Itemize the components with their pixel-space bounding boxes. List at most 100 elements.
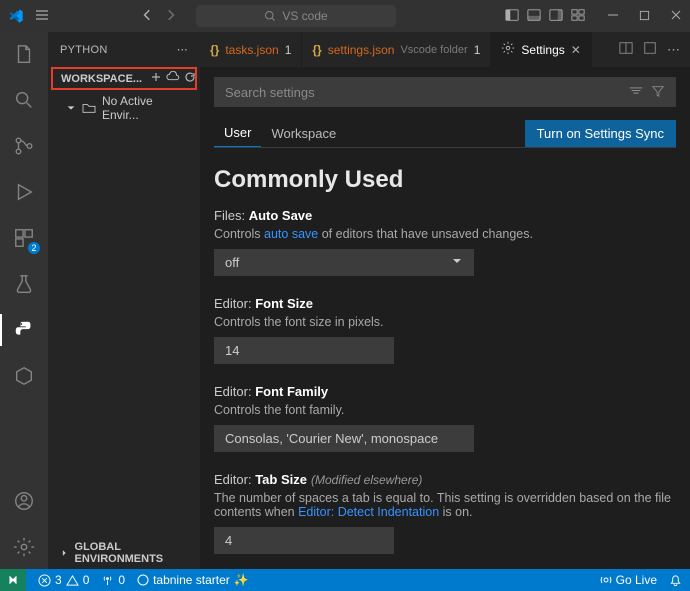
sparkle-icon: ✨ <box>234 573 249 587</box>
window-close-icon[interactable] <box>670 9 682 24</box>
search-placeholder: VS code <box>282 9 327 23</box>
tab-tasks-json[interactable]: {} tasks.json 1 <box>200 32 302 67</box>
setting-prefix: Editor: <box>214 384 252 399</box>
window-maximize-icon[interactable] <box>639 9 650 24</box>
status-ports[interactable]: 0 <box>101 573 125 587</box>
scope-user-tab[interactable]: User <box>214 119 261 147</box>
setting-name: Font Family <box>255 384 328 399</box>
command-center-search[interactable]: VS code <box>196 5 396 27</box>
status-problems[interactable]: 3 0 <box>38 573 89 587</box>
no-active-env-row[interactable]: No Active Envir... <box>48 90 200 126</box>
nav-back-icon[interactable] <box>140 8 154 25</box>
clear-search-icon[interactable] <box>629 84 643 101</box>
menu-icon[interactable] <box>34 7 50 26</box>
layout-customize-icon[interactable] <box>571 8 585 25</box>
layout-sidebar-left-icon[interactable] <box>505 8 519 25</box>
status-notifications-icon[interactable] <box>669 573 682 587</box>
scope-workspace-tab[interactable]: Workspace <box>261 120 346 147</box>
layout-panel-icon[interactable] <box>527 8 541 25</box>
filter-icon[interactable] <box>651 84 665 101</box>
status-bar: 3 0 0 tabnine starter ✨ Go Live <box>0 569 690 591</box>
autosave-select[interactable]: off <box>214 249 474 276</box>
sidebar-title: PYTHON <box>60 44 108 56</box>
status-go-live[interactable]: Go Live <box>600 573 657 587</box>
setting-prefix: Editor: <box>214 296 252 311</box>
main-area: 2 PYTHON ⋯ WORKSPACE... No Active Envir.… <box>0 32 690 569</box>
open-json-icon[interactable] <box>643 41 657 58</box>
workspace-label: WORKSPACE... <box>61 73 142 85</box>
activity-hexagon-icon[interactable] <box>10 362 38 390</box>
folder-icon <box>82 102 96 114</box>
chevron-right-icon <box>60 548 69 558</box>
tab-folder-hint: Vscode folder <box>400 44 467 56</box>
activity-run-debug-icon[interactable] <box>10 178 38 206</box>
split-editor-icon[interactable] <box>619 41 633 58</box>
activity-search-icon[interactable] <box>10 86 38 114</box>
tab-filename: settings.json <box>328 43 395 57</box>
settings-section-title: Commonly Used <box>214 166 676 194</box>
vscode-logo-icon <box>8 8 24 24</box>
setting-files-autosave: Files: Auto Save Controls auto save of e… <box>214 208 676 276</box>
warning-icon <box>66 574 79 587</box>
tabsize-input[interactable]: 4 <box>214 527 394 554</box>
settings-search-input[interactable]: Search settings <box>214 77 676 107</box>
sidebar-more-icon[interactable]: ⋯ <box>177 43 188 56</box>
add-env-icon[interactable] <box>150 71 162 86</box>
tab-settings-json[interactable]: {} settings.json Vscode folder 1 <box>302 32 491 67</box>
json-icon: {} <box>312 43 321 57</box>
activity-testing-icon[interactable] <box>10 270 38 298</box>
editor-area: {} tasks.json 1 {} settings.json Vscode … <box>200 32 690 569</box>
extensions-badge: 2 <box>28 242 40 254</box>
detect-indentation-link[interactable]: Editor: Detect Indentation <box>298 505 439 519</box>
autosave-link[interactable]: auto save <box>264 227 318 241</box>
activity-bar: 2 <box>0 32 48 569</box>
setting-description: Controls auto save of editors that have … <box>214 227 676 241</box>
workspace-environments-section[interactable]: WORKSPACE... <box>51 67 197 90</box>
setting-name: Font Size <box>255 296 313 311</box>
settings-sync-button[interactable]: Turn on Settings Sync <box>525 120 676 147</box>
window-minimize-icon[interactable] <box>607 9 619 24</box>
close-icon[interactable]: ✕ <box>571 43 581 57</box>
setting-description: Controls the font family. <box>214 403 676 417</box>
activity-source-control-icon[interactable] <box>10 132 38 160</box>
chevron-down-icon <box>66 103 76 113</box>
error-icon <box>38 574 51 587</box>
fontsize-input[interactable]: 14 <box>214 337 394 364</box>
activity-explorer-icon[interactable] <box>10 40 38 68</box>
editor-tabs: {} tasks.json 1 {} settings.json Vscode … <box>200 32 690 67</box>
remote-indicator[interactable] <box>0 569 26 591</box>
layout-sidebar-right-icon[interactable] <box>549 8 563 25</box>
refresh-env-icon[interactable] <box>184 71 196 86</box>
setting-editor-tabsize: Editor: Tab Size(Modified elsewhere) The… <box>214 472 676 554</box>
nav-forward-icon[interactable] <box>164 8 178 25</box>
setting-editor-fontsize: Editor: Font Size Controls the font size… <box>214 296 676 364</box>
status-tabnine[interactable]: tabnine starter ✨ <box>137 573 249 587</box>
no-active-env-label: No Active Envir... <box>102 94 192 122</box>
global-env-label: GLOBAL ENVIRONMENTS <box>75 541 192 565</box>
activity-accounts-icon[interactable] <box>10 487 38 515</box>
radio-tower-icon <box>101 574 114 587</box>
cloud-env-icon[interactable] <box>166 71 180 86</box>
tab-settings[interactable]: Settings ✕ <box>491 32 591 67</box>
setting-description: The number of spaces a tab is equal to. … <box>214 491 676 519</box>
activity-python-icon[interactable] <box>10 316 38 344</box>
sidebar: PYTHON ⋯ WORKSPACE... No Active Envir...… <box>48 32 200 569</box>
setting-name: Tab Size <box>255 472 307 487</box>
global-environments-section[interactable]: GLOBAL ENVIRONMENTS <box>48 537 200 569</box>
activity-extensions-icon[interactable]: 2 <box>10 224 38 252</box>
fontfamily-input[interactable]: Consolas, 'Courier New', monospace <box>214 425 474 452</box>
setting-editor-fontfamily: Editor: Font Family Controls the font fa… <box>214 384 676 452</box>
tab-modified-badge: 1 <box>474 43 481 57</box>
settings-search-placeholder: Search settings <box>225 85 315 100</box>
chevron-down-icon <box>451 255 463 270</box>
autosave-value: off <box>225 255 239 270</box>
settings-scope-row: User Workspace Turn on Settings Sync <box>214 119 676 148</box>
tabnine-icon <box>137 574 149 586</box>
activity-settings-icon[interactable] <box>10 533 38 561</box>
tab-label: Settings <box>521 43 564 57</box>
tab-filename: tasks.json <box>225 43 278 57</box>
editor-more-icon[interactable]: ⋯ <box>667 42 680 58</box>
setting-hint: (Modified elsewhere) <box>311 473 422 487</box>
json-icon: {} <box>210 43 219 57</box>
setting-description: Controls the font size in pixels. <box>214 315 676 329</box>
